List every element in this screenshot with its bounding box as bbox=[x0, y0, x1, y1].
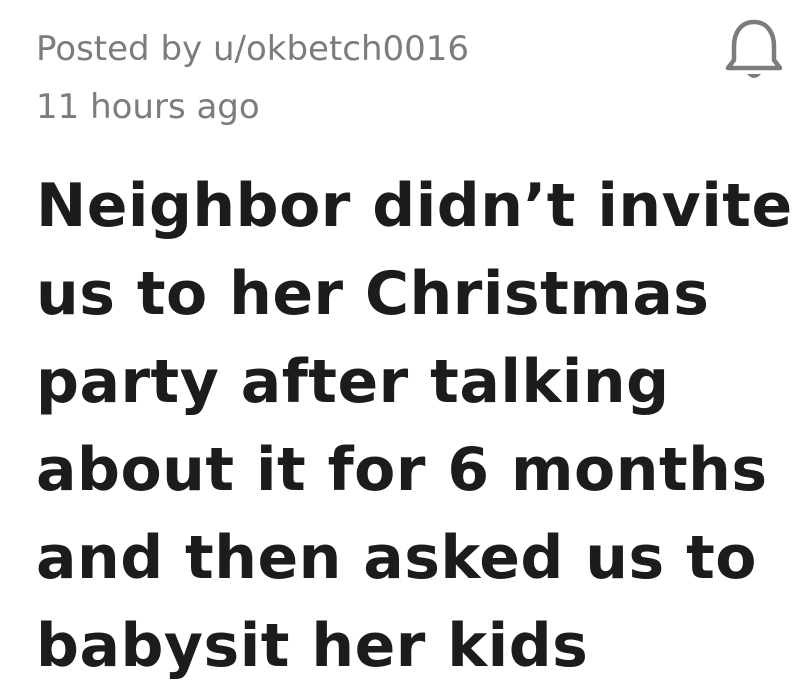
post-time: 11 hours ago bbox=[36, 87, 260, 127]
title-line: about it for 6 months bbox=[36, 435, 768, 505]
posted-by[interactable]: Posted by u/okbetch0016 bbox=[36, 20, 469, 78]
post-title[interactable]: Neighbor didn’t invite us to her Christm… bbox=[36, 162, 793, 690]
title-line: babysit her kids bbox=[36, 611, 589, 681]
title-line: party after talking bbox=[36, 347, 670, 417]
post-meta: Posted by u/okbetch0016 11 hours ago bbox=[36, 20, 469, 136]
title-line: and then asked us to bbox=[36, 523, 757, 593]
reddit-post: Posted by u/okbetch0016 11 hours ago Nei… bbox=[0, 0, 800, 698]
bell-icon[interactable] bbox=[718, 12, 790, 84]
title-line: us to her Christmas bbox=[36, 259, 710, 329]
title-line: Neighbor didn’t invite bbox=[36, 171, 793, 241]
